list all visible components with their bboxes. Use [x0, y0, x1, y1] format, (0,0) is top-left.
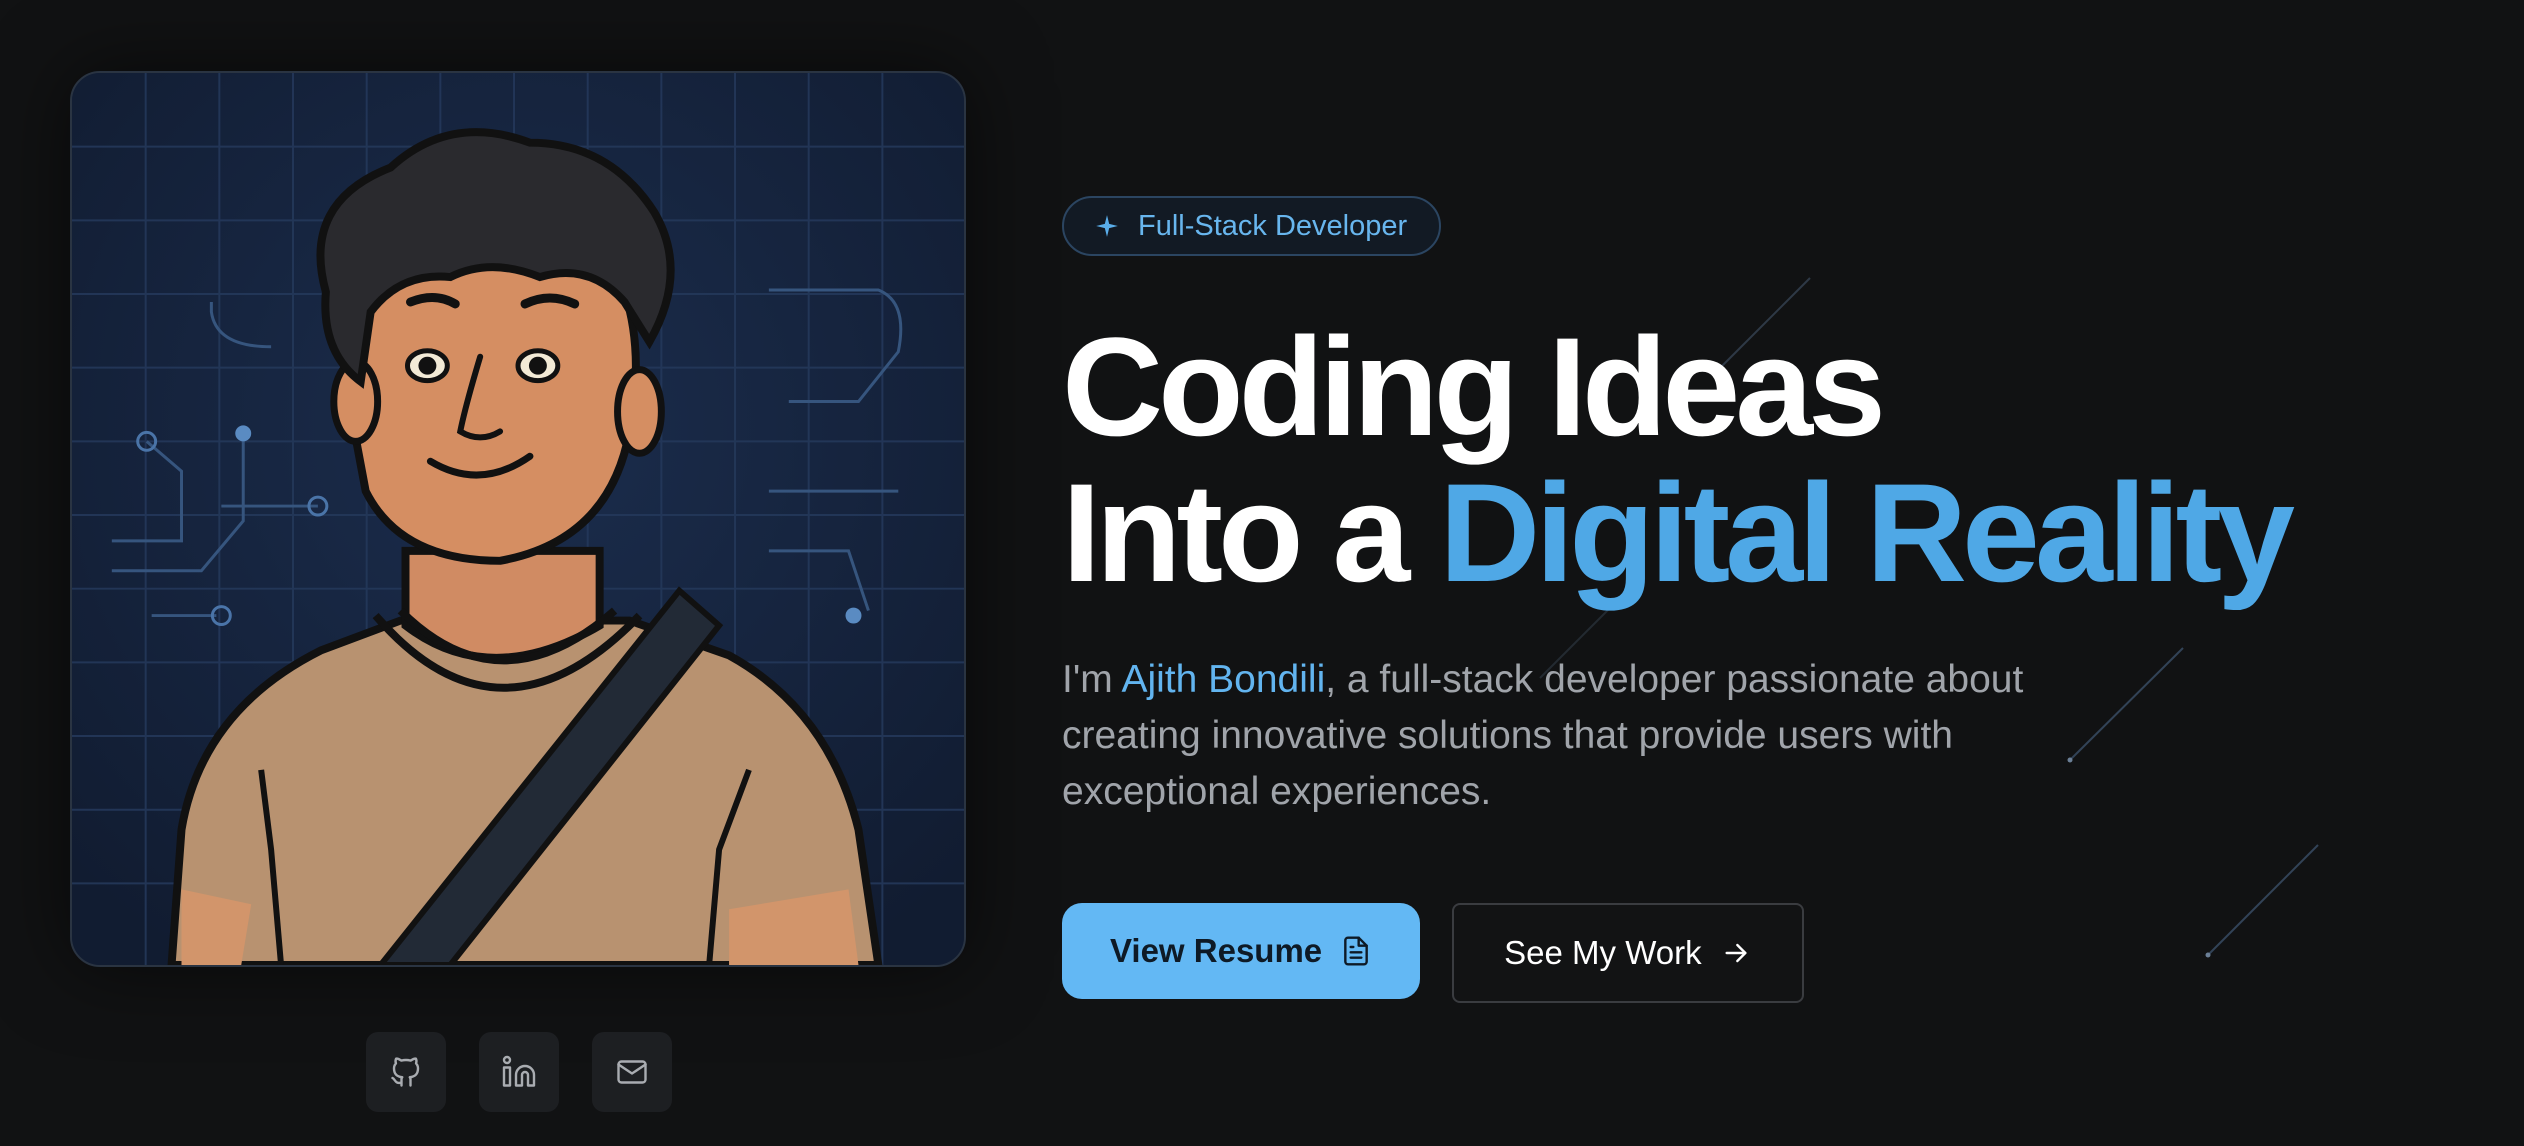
arrow-right-icon [1725, 943, 1747, 963]
view-resume-label: View Resume [1110, 932, 1323, 969]
developer-avatar-image [72, 73, 964, 965]
intro-paragraph: I'm Ajith Bondili, a full-stack develope… [1062, 652, 2122, 820]
headline-accent: Digital Reality [1439, 454, 2295, 611]
linkedin-icon [502, 1055, 536, 1087]
role-badge: Full-Stack Developer [1062, 196, 1442, 256]
sparkle-icon [1096, 215, 1118, 237]
hero-actions: View Resume See My Work [1062, 903, 2462, 1003]
see-my-work-button[interactable]: See My Work [1452, 903, 1804, 1003]
see-my-work-label: See My Work [1504, 934, 1702, 971]
developer-name: Ajith Bondili [1121, 658, 1326, 701]
social-links [366, 1032, 672, 1112]
role-badge-label: Full-Stack Developer [1138, 209, 1408, 242]
hero-content: Full-Stack Developer Coding Ideas Into a… [1062, 196, 2462, 1003]
linkedin-button[interactable] [479, 1032, 559, 1112]
email-button[interactable] [592, 1032, 672, 1112]
headline-line-1: Coding Ideas [1062, 308, 1886, 465]
document-icon [1344, 936, 1369, 966]
github-button[interactable] [366, 1032, 446, 1112]
github-icon [391, 1057, 420, 1087]
intro-prefix: I'm [1062, 658, 1122, 701]
headline-line-2-prefix: Into a [1062, 454, 1440, 611]
view-resume-button[interactable]: View Resume [1062, 903, 1421, 999]
avatar-illustration [70, 71, 966, 967]
page-title: Coding Ideas Into a Digital Reality [1062, 314, 2462, 606]
hero-section: Full-Stack Developer Coding Ideas Into a… [0, 0, 2524, 1146]
mail-icon [617, 1060, 647, 1084]
